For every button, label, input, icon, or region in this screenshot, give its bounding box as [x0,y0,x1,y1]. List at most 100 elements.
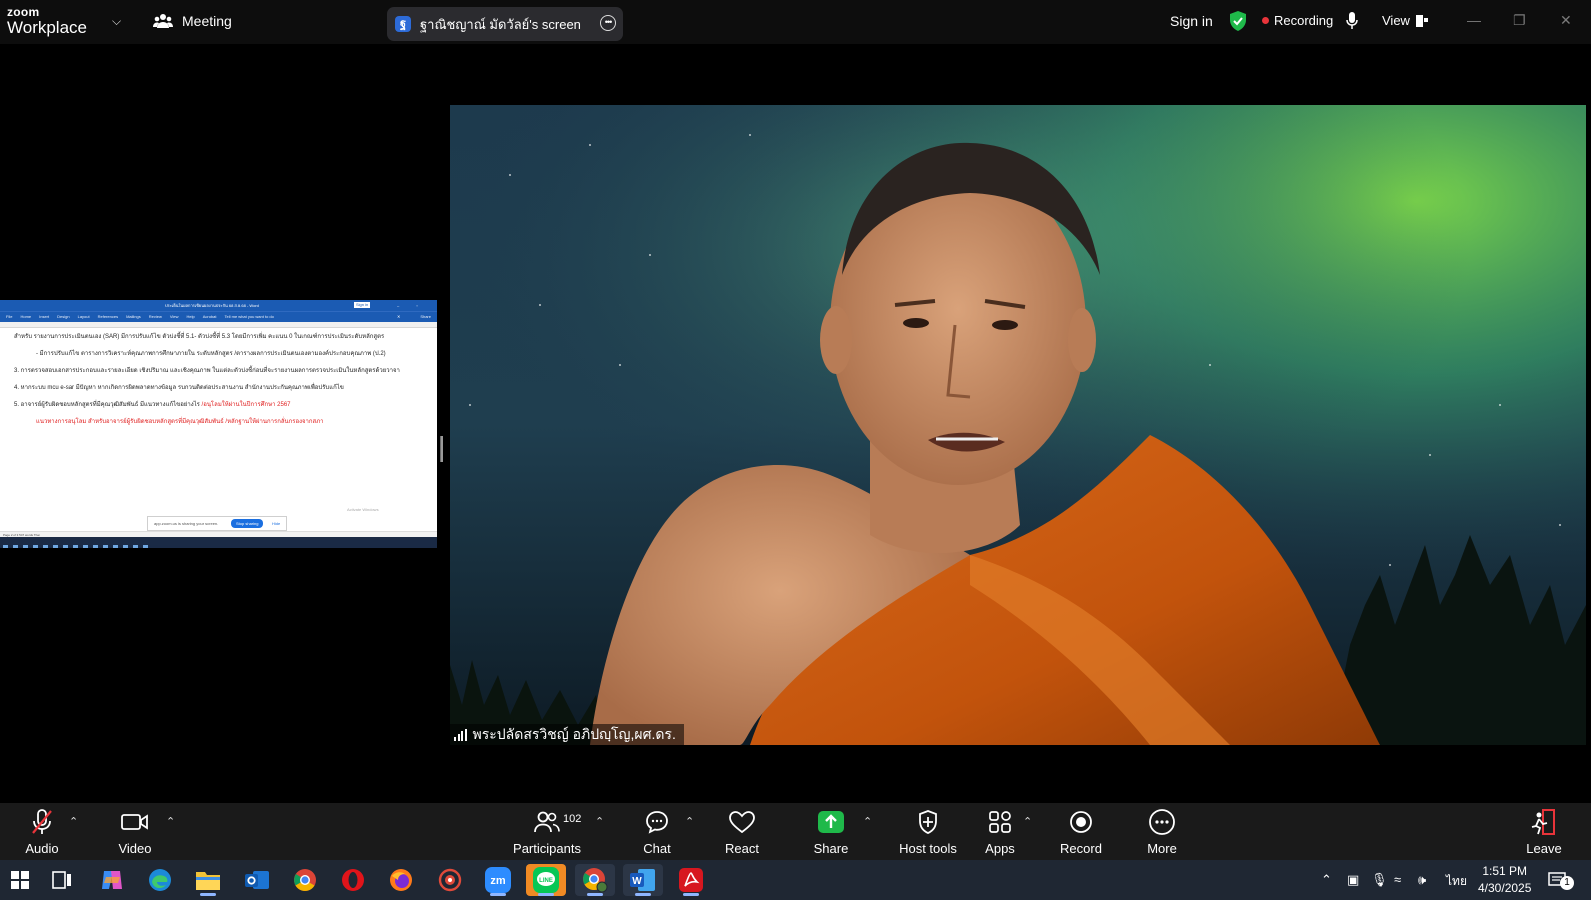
file-explorer-icon[interactable] [188,864,228,896]
ribbon-tab: Design [57,314,70,319]
chrome-profile-icon[interactable] [575,864,615,896]
microphone-tray-icon[interactable]: 🎙 [1371,872,1388,888]
notification-count: 1 [1560,876,1574,890]
recording-label: Recording [1274,13,1334,28]
ribbon-tab: Insert [39,314,50,319]
ribbon-tab: References [97,314,119,319]
sharing-notice: app.zoom.us is sharing your screen. [154,521,219,526]
sign-in-button[interactable]: Sign in [1170,13,1213,29]
wifi-icon[interactable]: ≈ [1394,872,1401,887]
speaker-video-frame [450,105,1586,745]
ribbon-tab: Mailings [126,314,141,319]
leave-button[interactable]: Leave [1524,809,1564,856]
screen-share-indicator[interactable]: ฐ ฐาณิชญาณ์ มัดวัลย์'s screen ••• [387,7,623,41]
volume-icon[interactable]: 🕪 [1418,872,1426,888]
chevron-down-icon[interactable]: ⌵ [112,14,121,29]
record-button[interactable]: Record [1059,809,1103,856]
doc-line: 4. หากระบบ mcu e-sar มีปัญหา หากเกิดการผ… [14,385,344,391]
outlook-icon[interactable] [237,864,277,896]
apps-options-caret-icon[interactable]: ⌃ [1023,815,1032,828]
word-title-bar: ประเด็นในผลการเขียนผลงานประกัน 68 ส.ย.68… [0,300,437,319]
share-screen-icon [818,811,844,833]
doc-line: สำหรับ รายงานการประเมินตนเอง (SAR) มีการ… [14,334,385,340]
zoom-title-bar: zoom Workplace ⌵ Meeting ฐ ฐาณิชญาณ์ มัด… [0,0,1591,44]
host-tools-button[interactable]: Host tools [890,809,966,856]
start-icon[interactable] [0,864,40,896]
connection-strength-icon [454,728,467,741]
encryption-shield-icon[interactable] [1229,11,1247,31]
react-button[interactable]: React [721,809,763,856]
app-icon[interactable] [430,864,470,896]
heart-icon [729,811,755,833]
participants-count: 102 [563,813,582,825]
meeting-label: Meeting [182,13,232,29]
meeting-info-button[interactable]: Meeting [153,13,232,29]
clock-date: 4/30/2025 [1478,881,1532,895]
zoom-icon[interactable]: zm [478,864,518,896]
ribbon-tab: File [6,314,13,319]
record-label: Record [1060,841,1102,856]
participants-options-caret-icon[interactable]: ⌃ [595,815,604,828]
apps-grid-icon [989,811,1011,833]
meet-now-icon[interactable]: ▣ [1347,872,1359,888]
doc-line: - มีการปรับแก้ไข ตารางการวิเคราะห์คุณภาพ… [36,351,386,357]
doc-line: แนวทางการอนุโลม สำหรับอาจารย์ผู้รับผิดชอ… [36,419,324,425]
language-indicator[interactable]: ไทย [1446,872,1467,891]
activate-windows-watermark: Activate Windows [347,507,379,512]
ribbon-tab: Layout [77,314,90,319]
edge-icon[interactable] [140,864,180,896]
sharer-avatar-icon: ฐ [395,16,411,32]
minimize-window-icon[interactable]: — [1467,12,1481,28]
brand-line2: Workplace [7,18,87,37]
recording-indicator[interactable]: Recording [1262,13,1333,28]
close-window-icon[interactable]: ✕ [1560,12,1572,29]
leave-label: Leave [1526,841,1562,856]
share-screen-button[interactable]: Share [809,809,853,856]
stop-sharing-button: Stop sharing [231,519,264,528]
shared-screen-view[interactable]: ประเด็นในผลการเขียนผลงานประกัน 68 ส.ย.68… [0,300,437,548]
view-layout-icon [1415,14,1428,27]
restore-window-icon[interactable]: ❐ [1513,12,1526,29]
more-label: More [1147,841,1177,856]
ribbon-search: Tell me what you want to do [224,314,274,319]
line-icon[interactable]: LINE [526,864,566,896]
task-view-icon[interactable] [42,864,82,896]
zoom-workplace-logo[interactable]: zoom Workplace [7,6,87,36]
doc-line-text: 5. อาจารย์ผู้รับผิดชอบหลักสูตรที่มีคุณวุ… [14,402,200,408]
apps-button[interactable]: Apps [982,809,1018,856]
more-options-icon[interactable]: ••• [600,15,616,31]
audio-options-caret-icon[interactable]: ⌃ [69,815,78,828]
video-label: Video [118,841,152,856]
audio-button[interactable]: Audio [22,809,62,856]
word-icon[interactable]: W [623,864,663,896]
share-options-caret-icon[interactable]: ⌃ [863,815,872,828]
show-hidden-icons-icon[interactable]: ⌃ [1321,872,1332,888]
doc-line: 5. อาจารย์ผู้รับผิดชอบหลักสูตรที่มีคุณวุ… [14,401,427,409]
share-indicator-text: ฐาณิชญาณ์ มัดวัลย์'s screen [420,16,581,32]
video-camera-icon [121,814,148,830]
speaker-video-tile[interactable] [450,105,1586,745]
people-icon [153,14,173,28]
ribbon-tab: Acrobat [202,314,217,319]
chat-options-caret-icon[interactable]: ⌃ [685,815,694,828]
chrome-icon[interactable] [285,864,325,896]
clock-time: 1:51 PM [1482,864,1528,878]
video-options-caret-icon[interactable]: ⌃ [166,815,175,828]
system-clock[interactable]: 1:51 PM 4/30/2025 [1478,863,1531,897]
ribbon-tab: Review [148,314,162,319]
chat-button[interactable]: Chat [637,809,677,856]
share-label: Share [813,841,849,856]
opera-icon[interactable] [333,864,373,896]
brand-line1: zoom [7,5,40,19]
chat-bubble-icon [646,811,668,834]
acrobat-icon[interactable] [671,864,711,896]
more-button[interactable]: More [1142,809,1182,856]
firefox-icon[interactable] [381,864,421,896]
panel-resize-handle[interactable] [440,436,443,462]
hide-button: Hide [272,521,281,526]
video-button[interactable]: Video [113,809,157,856]
recording-dot-icon [1262,17,1269,24]
microphone-icon[interactable] [1346,12,1358,30]
copilot-icon[interactable] [92,864,132,896]
view-button[interactable]: View [1382,13,1428,28]
